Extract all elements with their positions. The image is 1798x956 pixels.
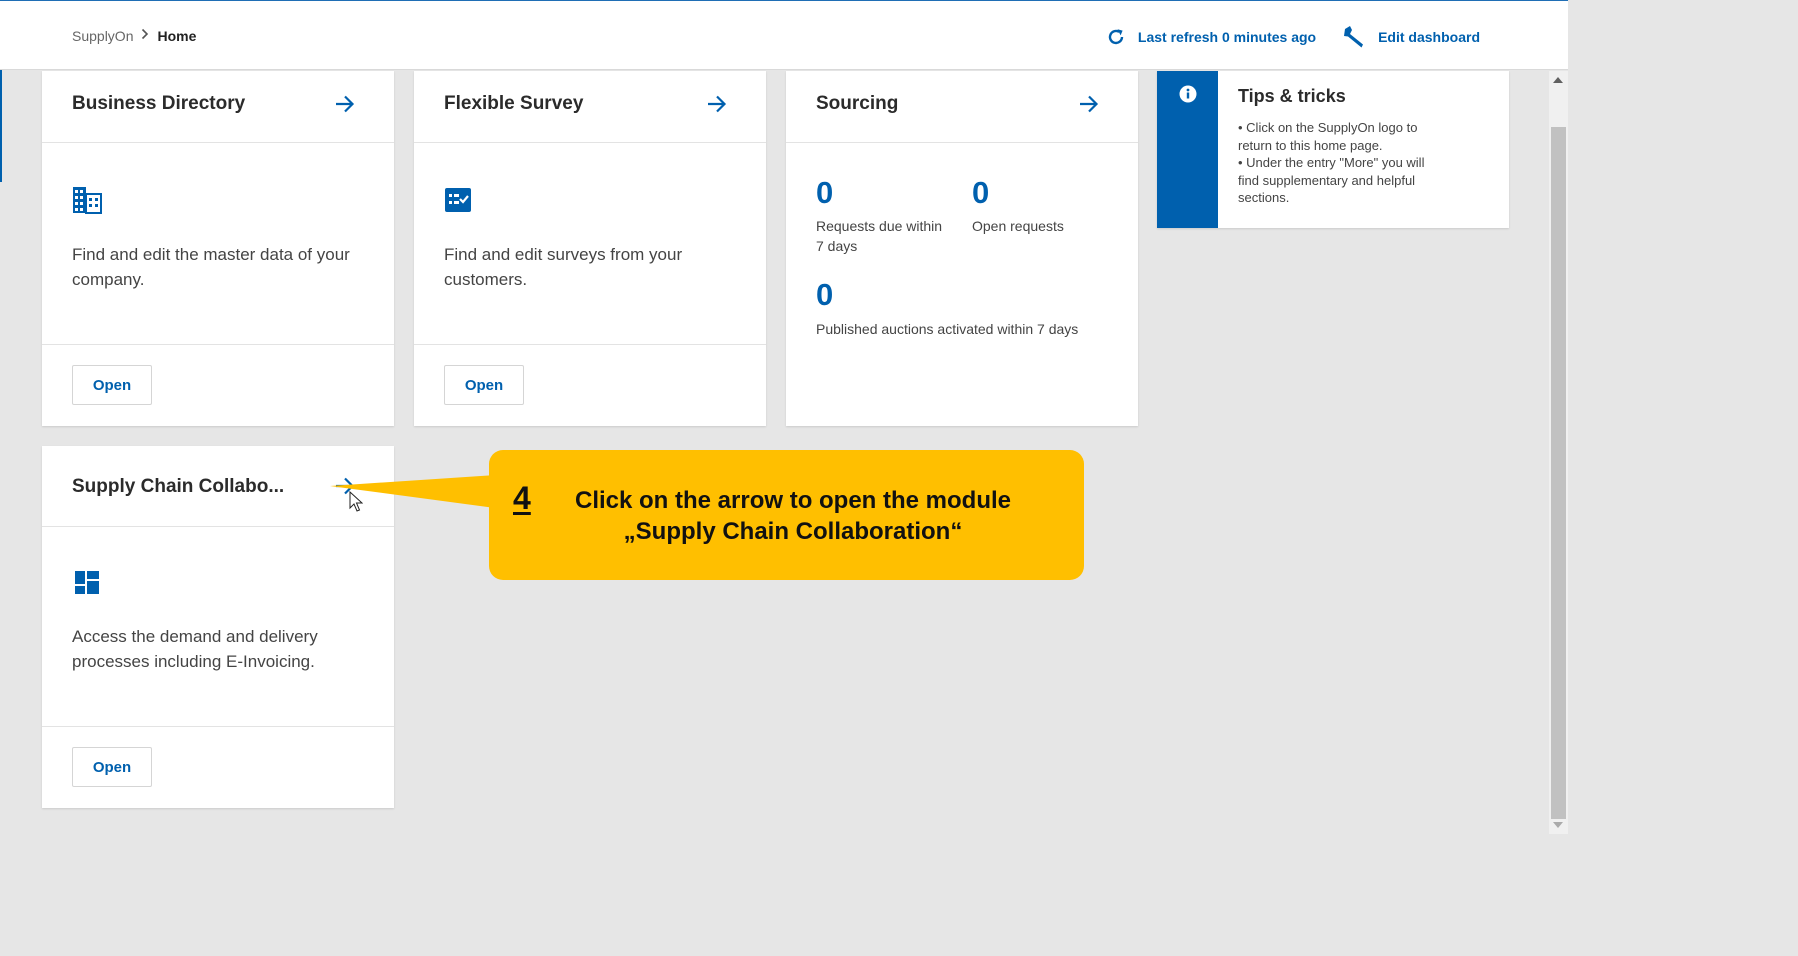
top-bar: SupplyOn Home Last refresh 0 minutes ago… [0, 0, 1568, 70]
card-title: Sourcing [816, 93, 899, 114]
callout-step-number: 4 [513, 480, 531, 516]
card-header: Business Directory [42, 71, 394, 143]
mouse-cursor-icon [349, 491, 363, 512]
card-description: Access the demand and delivery processes… [72, 627, 318, 671]
tips-line: • Click on the SupplyOn logo to [1238, 120, 1418, 135]
card-description: Find and edit the master data of your co… [72, 245, 350, 289]
top-actions: Last refresh 0 minutes ago Edit dashboar… [1106, 25, 1480, 49]
open-requests-label: Open requests [972, 218, 1064, 234]
business-directory-card: Business Directory Find and edit the mas… [42, 71, 394, 426]
card-header: Sourcing [786, 71, 1138, 143]
scrollbar-thumb[interactable] [1551, 127, 1566, 819]
edit-dashboard-button[interactable]: Edit dashboard [1342, 25, 1480, 49]
flexible-survey-card: Flexible Survey Find and edit surveys fr… [414, 71, 766, 426]
card-footer: Open [42, 726, 394, 809]
card-title: Supply Chain Collabo... [72, 476, 285, 497]
card-footer: Open [42, 344, 394, 427]
tips-line: find supplementary and helpful [1238, 172, 1416, 188]
card-description: Find and edit surveys from your customer… [444, 245, 683, 289]
tips-title: Tips & tricks [1238, 86, 1346, 106]
card-title: Business Directory [72, 93, 246, 114]
tips-accent-strip [1157, 71, 1218, 228]
arrow-right-icon[interactable] [1078, 93, 1100, 115]
breadcrumb-root[interactable]: SupplyOn [72, 28, 133, 44]
vertical-scrollbar[interactable] [1549, 71, 1568, 834]
open-button[interactable]: Open [444, 365, 524, 405]
tips-line: • Under the entry "More" you will [1238, 155, 1425, 170]
open-button[interactable]: Open [72, 365, 152, 405]
breadcrumb: SupplyOn Home [72, 27, 196, 44]
chevron-right-icon [141, 27, 149, 44]
card-title: Flexible Survey [444, 93, 584, 114]
auctions-count[interactable]: 0 [816, 277, 833, 313]
tips-line: sections. [1238, 190, 1290, 205]
open-requests-count[interactable]: 0 [972, 175, 989, 211]
card-footer: Open [414, 344, 766, 427]
card-header: Flexible Survey [414, 71, 766, 143]
requests-due-label: Requests due within 7 days [816, 218, 943, 254]
scroll-down-arrow-icon[interactable] [1553, 822, 1563, 828]
arrow-right-icon[interactable] [334, 93, 356, 115]
callout-line: Click on the arrow to open the module [574, 487, 1012, 514]
callout-line: „Supply Chain Collaboration“ [623, 518, 963, 545]
info-icon [1179, 85, 1197, 103]
building-icon [72, 186, 102, 219]
tips-panel: Tips & tricks • Click on the SupplyOn lo… [1157, 71, 1509, 228]
open-button[interactable]: Open [72, 747, 152, 787]
sourcing-card: Sourcing 0 Requests due within 7 days 0 … [786, 71, 1138, 426]
refresh-label: Last refresh 0 minutes ago [1137, 29, 1317, 45]
refresh-icon [1106, 27, 1126, 47]
wrench-icon [1342, 25, 1366, 49]
scroll-up-arrow-icon[interactable] [1553, 77, 1563, 83]
dashboard-icon [75, 571, 99, 599]
refresh-button[interactable]: Last refresh 0 minutes ago [1106, 27, 1316, 47]
survey-icon [444, 187, 472, 218]
callout-text: Click on the arrow to open the module „S… [553, 485, 1033, 547]
instruction-callout: 4 Click on the arrow to open the module … [489, 450, 1084, 580]
breadcrumb-current: Home [157, 27, 197, 44]
requests-due-count[interactable]: 0 [816, 175, 833, 211]
edit-dashboard-label: Edit dashboard [1378, 29, 1480, 45]
tips-line: return to this home page. [1238, 137, 1383, 153]
auctions-label: Published auctions activated within 7 da… [816, 321, 1079, 337]
arrow-right-icon[interactable] [706, 93, 728, 115]
